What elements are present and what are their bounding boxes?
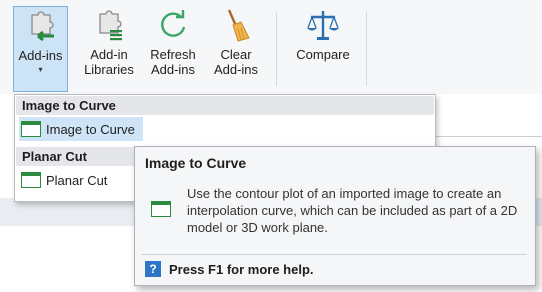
puzzle-list-icon <box>92 8 126 42</box>
compare-label: Compare <box>296 47 350 62</box>
add-in-icon <box>20 171 41 188</box>
ribbon-separator <box>276 12 277 86</box>
add-in-icon <box>20 120 41 137</box>
help-icon: ? <box>145 261 161 277</box>
scales-icon <box>306 8 340 42</box>
tooltip: Image to Curve Use the contour plot of a… <box>134 146 536 286</box>
refresh-icon <box>156 8 190 42</box>
ribbon: Add-ins ▾ Add-in Libraries Refresh Add-i… <box>0 0 542 94</box>
refresh-add-ins-button[interactable]: Refresh Add-ins <box>143 6 203 92</box>
add-ins-button[interactable]: Add-ins ▾ <box>13 6 68 92</box>
chevron-down-icon: ▾ <box>38 65 43 74</box>
add-in-libraries-label-2: Libraries <box>84 62 134 77</box>
ribbon-separator <box>366 12 367 86</box>
tooltip-divider <box>141 254 527 255</box>
menu-item-label: Image to Curve <box>46 121 135 137</box>
add-ins-label: Add-ins <box>18 48 63 63</box>
menu-item-label: Planar Cut <box>46 172 108 188</box>
clear-add-ins-label-2: Add-ins <box>213 62 259 77</box>
add-in-icon <box>150 200 176 217</box>
menu-section-header: Image to Curve <box>16 96 434 115</box>
refresh-add-ins-label-2: Add-ins <box>150 62 196 77</box>
add-in-libraries-label-1: Add-in <box>90 47 128 62</box>
menu-item-planar-cut[interactable]: Planar Cut <box>19 168 115 192</box>
tooltip-help: ? Press F1 for more help. <box>145 261 314 277</box>
add-in-libraries-button[interactable]: Add-in Libraries <box>78 6 140 92</box>
broom-icon <box>219 8 253 42</box>
clear-add-ins-label-1: Clear <box>220 47 252 62</box>
compare-button[interactable]: Compare <box>290 6 356 92</box>
tooltip-description: Use the contour plot of an imported imag… <box>187 186 518 235</box>
refresh-add-ins-label-1: Refresh <box>150 47 196 62</box>
tooltip-help-text: Press F1 for more help. <box>169 261 314 277</box>
menu-item-image-to-curve[interactable]: Image to Curve <box>19 117 143 141</box>
tooltip-title: Image to Curve <box>145 155 247 171</box>
clear-add-ins-button[interactable]: Clear Add-ins <box>206 6 266 92</box>
puzzle-arrow-icon <box>24 9 58 43</box>
